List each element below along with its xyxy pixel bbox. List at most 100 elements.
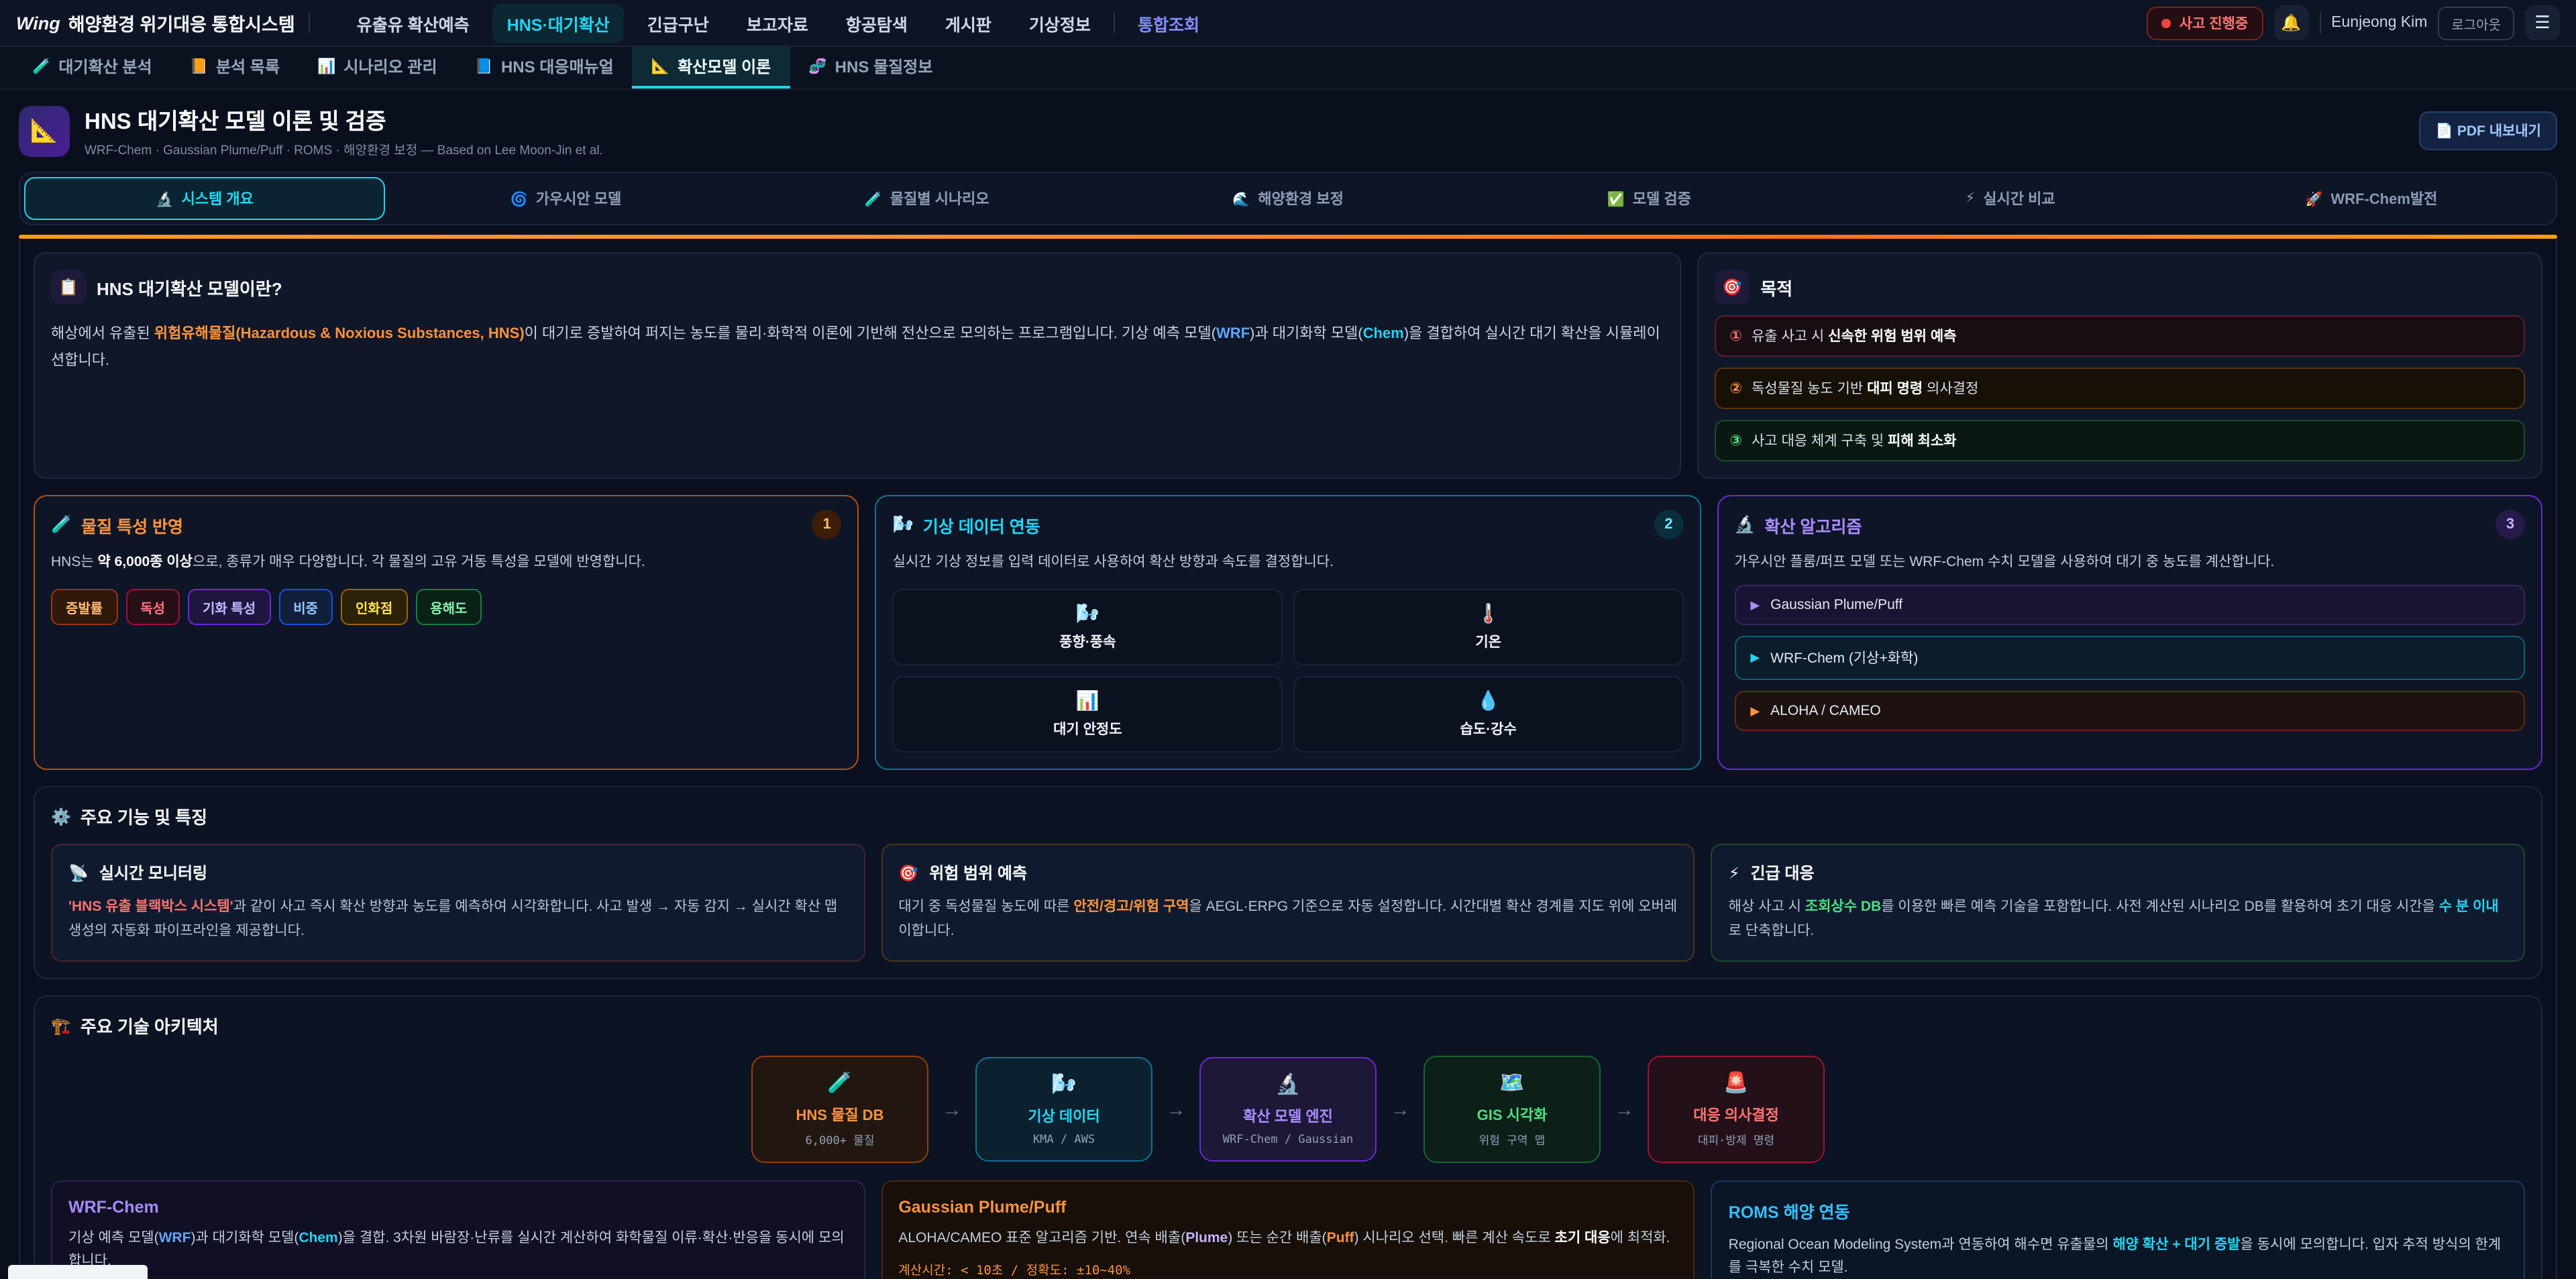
nav-board[interactable]: 게시판 <box>930 3 1006 42</box>
wind-icon: 🌬️ <box>902 603 1273 626</box>
top-header: Wing 해양환경 위기대응 통합시스템 유출유 확산예측 HNS·대기확산 긴… <box>0 0 2576 47</box>
app-logo[interactable]: Wing 해양환경 위기대응 통합시스템 <box>16 9 295 36</box>
purpose-title-row: 🎯 목적 <box>1715 270 2525 304</box>
tag-vaporization[interactable]: 기화 특성 <box>188 590 270 626</box>
logo-mark: Wing <box>16 13 60 33</box>
arrow-right-icon: ▶ <box>1750 704 1760 719</box>
page-subtitle: WRF-Chem · Gaussian Plume/Puff · ROMS · … <box>85 140 603 158</box>
hns-highlight: 위험유해물질(Hazardous & Noxious Substances, H… <box>154 326 525 342</box>
pdf-export-button[interactable]: 📄 PDF 내보내기 <box>2420 111 2557 150</box>
notebook-icon: 📙 <box>190 58 208 75</box>
emergency-response-desc: 해상 사고 시 조회상수 DB를 이용한 빠른 예측 기술을 포함합니다. 사전… <box>1729 897 2508 944</box>
key-functions-section: ⚙️ 주요 기능 및 특징 📡 실시간 모니터링 'HNS 유출 블랙박스 시스… <box>34 787 2542 979</box>
wind-icon: 🌬️ <box>893 515 914 535</box>
nav-weather[interactable]: 기상정보 <box>1014 3 1106 42</box>
tag-flash-point[interactable]: 인화점 <box>341 590 407 626</box>
header-right: 사고 진행중 🔔 Eunjeong Kim 로그아웃 ☰ <box>2147 5 2560 40</box>
app-root: Wing 해양환경 위기대응 통합시스템 유출유 확산예측 HNS·대기확산 긴… <box>0 0 2576 1279</box>
world-map-icon: 🗺️ <box>1433 1070 1591 1095</box>
wave-icon: 🌊 <box>1232 190 1250 207</box>
intro-title-row: 📋 HNS 대기확산 모델이란? <box>51 270 1664 304</box>
microscope-icon: 🔬 <box>1734 515 1755 535</box>
test-tube-icon: 🧪 <box>32 58 50 75</box>
nav-hns-diffusion[interactable]: HNS·대기확산 <box>492 3 625 42</box>
page-title: HNS 대기확산 모델 이론 및 검증 <box>85 103 603 135</box>
tile-wind[interactable]: 🌬️ 풍향·풍속 <box>893 590 1283 666</box>
diffusion-algorithm-title: 확산 알고리즘 <box>1764 512 1862 538</box>
substance-properties-card: 🧪 물질 특성 반영 1 HNS는 약 6,000종 이상으로, 종류가 매우 … <box>34 495 859 771</box>
gear-icon: ⚙️ <box>51 808 71 826</box>
tile-stability[interactable]: 📊 대기 안정도 <box>893 677 1283 753</box>
target-icon: 🎯 <box>898 864 918 883</box>
tag-specific-gravity[interactable]: 비중 <box>278 590 333 626</box>
incident-status-badge[interactable]: 사고 진행중 <box>2147 6 2263 40</box>
microscope-icon: 🔬 <box>1209 1072 1367 1096</box>
tab-hns-substance-info[interactable]: 🧬 HNS 물질정보 <box>790 47 951 89</box>
tile-temperature[interactable]: 🌡️ 기온 <box>1293 590 1683 666</box>
incident-status-label: 사고 진행중 <box>2180 13 2248 33</box>
intro-body: 해상에서 유출된 위험유해물질(Hazardous & Noxious Subs… <box>51 321 1664 375</box>
microscope-icon: 🔬 <box>156 190 173 207</box>
thermometer-icon: 🌡️ <box>1303 603 1674 626</box>
flow-weather-data: 🌬️ 기상 데이터 KMA / AWS <box>975 1057 1152 1162</box>
arrow-right-icon: ▶ <box>1750 598 1760 613</box>
tab-model-theory[interactable]: 📐 확산모델 이론 <box>633 47 790 89</box>
tag-solubility[interactable]: 용해도 <box>415 590 482 626</box>
tab-analysis-list[interactable]: 📙 분석 목록 <box>171 47 299 89</box>
wind-icon: 🌬️ <box>985 1072 1143 1096</box>
architecture-flow: 🧪 HNS 물질 DB 6,000+ 물질 → 🌬️ 기상 데이터 KMA / … <box>51 1056 2525 1163</box>
flow-arrow-icon: → <box>1166 1098 1186 1121</box>
flow-hns-db: 🧪 HNS 물질 DB 6,000+ 물질 <box>751 1056 928 1163</box>
tab-diffusion-analysis[interactable]: 🧪 대기확산 분석 <box>13 47 171 89</box>
page-header: 📐 HNS 대기확산 모델 이론 및 검증 WRF-Chem · Gaussia… <box>0 90 2576 169</box>
tag-evaporation-rate[interactable]: 증발률 <box>51 590 117 626</box>
sectab-system-overview[interactable]: 🔬 시스템 개요 <box>24 177 385 220</box>
arrow-right-icon: ▶ <box>1750 651 1760 666</box>
substance-properties-desc: HNS는 약 6,000종 이상으로, 종류가 매우 다양합니다. 각 물질의 … <box>51 551 842 575</box>
logout-button[interactable]: 로그아웃 <box>2438 6 2514 40</box>
algo-aloha-cameo[interactable]: ▶ ALOHA / CAMEO <box>1734 691 2525 732</box>
algo-wrf-chem[interactable]: ▶ WRF-Chem (기상+화학) <box>1734 636 2525 681</box>
wrf-highlight: WRF <box>1216 326 1250 342</box>
intro-panel: 📋 HNS 대기확산 모델이란? 해상에서 유출된 위험유해물질(Hazardo… <box>34 252 1681 479</box>
tag-toxicity[interactable]: 독성 <box>125 590 180 626</box>
nav-rescue[interactable]: 긴급구난 <box>633 3 724 42</box>
hamburger-menu-button[interactable]: ☰ <box>2525 5 2560 40</box>
check-icon: ✅ <box>1607 190 1625 207</box>
chem-highlight: Chem <box>1363 326 1404 342</box>
book-icon: 📘 <box>475 58 493 75</box>
sectab-gaussian-model[interactable]: 🌀 가우시안 모델 <box>385 177 746 220</box>
test-tube-icon: 🧪 <box>865 190 882 207</box>
tab-scenario-management[interactable]: 📊 시나리오 관리 <box>299 47 456 89</box>
circled-2-icon: ② <box>1729 380 1742 397</box>
risk-range-desc: 대기 중 독성물질 농도에 따른 안전/경고/위험 구역을 AEGL·ERPG … <box>898 897 1677 944</box>
tile-humidity[interactable]: 💧 습도·강수 <box>1293 677 1683 753</box>
cyclone-icon: 🌀 <box>511 190 528 207</box>
nav-reports[interactable]: 보고자료 <box>732 3 823 42</box>
droplet-icon: 💧 <box>1303 690 1674 713</box>
purpose-panel: 🎯 목적 ① 유출 사고 시 신속한 위험 범위 예측 ② 독성물질 농도 기반… <box>1697 252 2542 479</box>
sectab-substance-scenarios[interactable]: 🧪 물질별 시나리오 <box>747 177 1108 220</box>
roms-title: ROMS 해양 연동 <box>1729 1198 2508 1223</box>
gaussian-spec: 계산시간: < 10초 / 정확도: ±10~40% <box>898 1260 1677 1279</box>
nav-air-search[interactable]: 항공탐색 <box>831 3 922 42</box>
weather-data-title: 기상 데이터 연동 <box>923 512 1040 538</box>
sectab-ocean-correction[interactable]: 🌊 해양환경 보정 <box>1108 177 1468 220</box>
wrf-chem-title: WRF-Chem <box>68 1198 847 1217</box>
nav-integrated-search[interactable]: 통합조회 <box>1123 3 1214 42</box>
sectab-model-validation[interactable]: ✅ 모델 검증 <box>1468 177 1829 220</box>
key-functions-title: 주요 기능 및 특징 <box>80 804 207 830</box>
risk-range-card: 🎯 위험 범위 예측 대기 중 독성물질 농도에 따른 안전/경고/위험 구역을… <box>881 844 1695 962</box>
purpose-item-2: ② 독성물질 농도 기반 대피 명령 의사결정 <box>1715 368 2525 409</box>
bell-icon: 🔔 <box>2281 13 2301 32</box>
step-2-badge: 2 <box>1654 510 1683 539</box>
purpose-title: 목적 <box>1760 274 1792 300</box>
tab-hns-manual[interactable]: 📘 HNS 대응매뉴얼 <box>456 47 633 89</box>
sectab-wrfchem-evolution[interactable]: 🚀 WRF-Chem발전 <box>2191 177 2552 220</box>
satellite-antenna-icon: 📡 <box>68 864 89 883</box>
notification-bell-button[interactable]: 🔔 <box>2273 5 2308 40</box>
nav-oil-spread[interactable]: 유출유 확산예측 <box>342 3 484 42</box>
sectab-realtime-comparison[interactable]: ⚡ 실시간 비교 <box>1829 177 2190 220</box>
dna-icon: 🧬 <box>808 58 826 75</box>
algo-gaussian-plume-puff[interactable]: ▶ Gaussian Plume/Puff <box>1734 586 2525 626</box>
